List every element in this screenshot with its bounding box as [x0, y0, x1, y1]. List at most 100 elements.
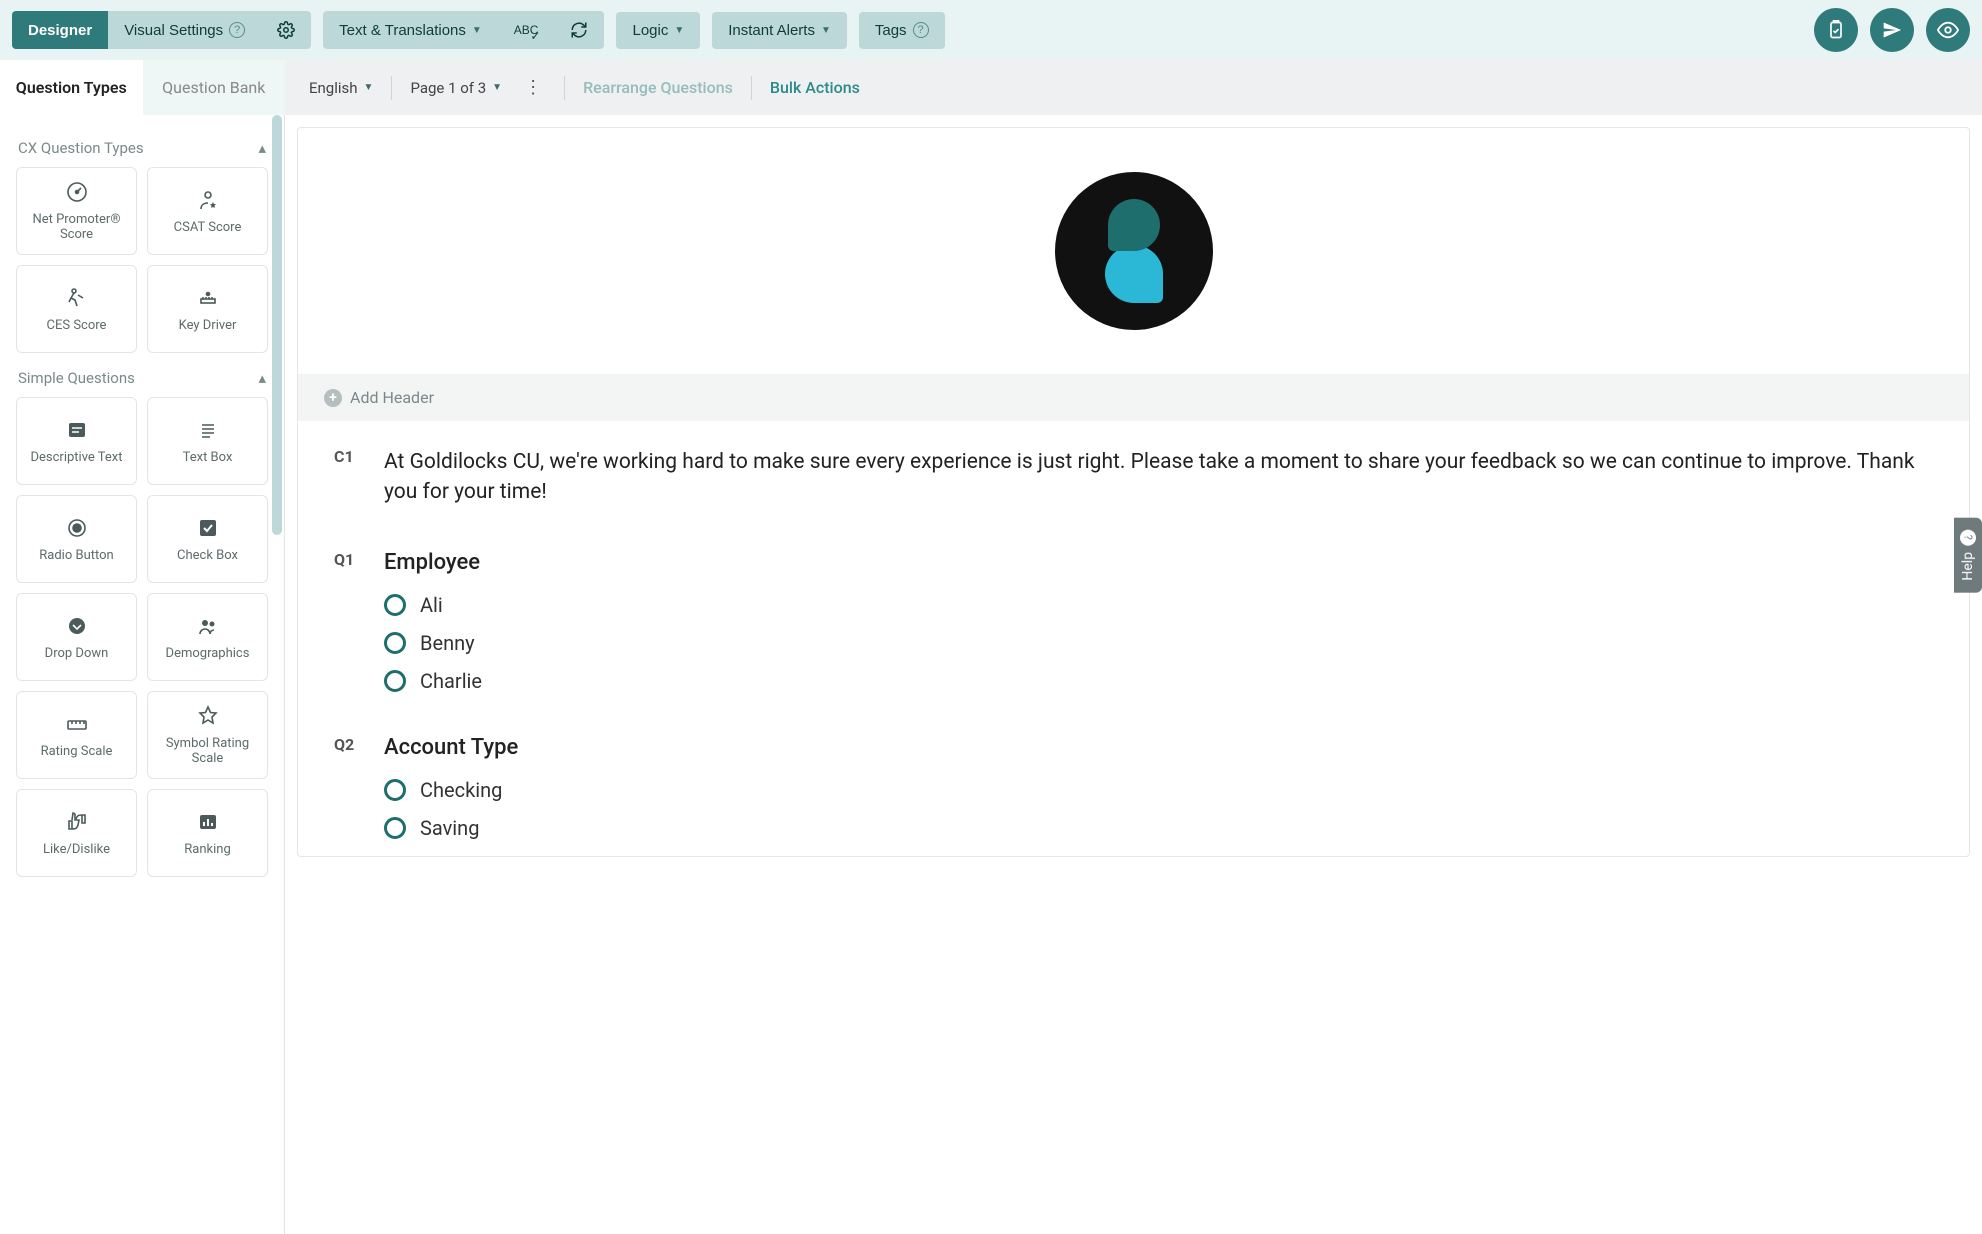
question-type-card[interactable]: Ranking	[147, 789, 268, 877]
question-type-card[interactable]: Symbol Rating Scale	[147, 691, 268, 779]
card-label: Demographics	[166, 646, 250, 661]
people-icon	[196, 614, 220, 638]
tags-label: Tags	[875, 22, 907, 39]
tab-question-types[interactable]: Question Types	[0, 60, 143, 115]
question-q2[interactable]: Q2 Account Type Checking Saving	[298, 709, 1969, 856]
spellcheck-button[interactable]: ABC✓	[498, 11, 555, 49]
chevron-down-icon: ▼	[492, 82, 502, 93]
question-tag: Q1	[334, 550, 362, 575]
rearrange-questions-link[interactable]: Rearrange Questions	[583, 78, 733, 97]
card-label: CSAT Score	[174, 220, 242, 235]
option-label: Ali	[420, 593, 443, 617]
add-header-label: Add Header	[350, 388, 434, 407]
gear-icon	[277, 21, 295, 39]
section-title: Simple Questions	[18, 369, 135, 387]
card-label: Ranking	[184, 842, 231, 857]
text-translations-button[interactable]: Text & Translations ▼	[323, 11, 498, 49]
textbox-icon	[196, 418, 220, 442]
option-label: Charlie	[420, 669, 482, 693]
option-label: Benny	[420, 631, 475, 655]
scrollbar-thumb[interactable]	[272, 115, 282, 535]
bulk-actions-link[interactable]: Bulk Actions	[770, 78, 860, 97]
question-q1[interactable]: Q1 Employee Ali Benny Charlie	[298, 524, 1969, 709]
clipboard-button[interactable]	[1814, 8, 1858, 52]
card-label: Radio Button	[39, 548, 113, 563]
question-type-card[interactable]: CES Score	[16, 265, 137, 353]
card-label: Like/Dislike	[43, 842, 110, 857]
question-title: Employee	[384, 550, 480, 575]
logic-label: Logic	[632, 22, 668, 39]
content-c1[interactable]: C1 At Goldilocks CU, we're working hard …	[298, 421, 1969, 524]
question-title: Account Type	[384, 735, 518, 760]
radio-circle-icon	[384, 817, 406, 839]
help-icon: ?	[913, 22, 929, 38]
send-button[interactable]	[1870, 8, 1914, 52]
refresh-button[interactable]	[554, 11, 604, 49]
question-type-card[interactable]: Check Box	[147, 495, 268, 583]
driver-icon	[196, 286, 220, 310]
separator	[751, 76, 752, 100]
instant-alerts-button[interactable]: Instant Alerts ▼	[712, 12, 847, 49]
settings-gear-button[interactable]	[261, 11, 311, 49]
separator	[564, 76, 565, 100]
card-label: Net Promoter® Score	[23, 212, 130, 242]
designer-tab[interactable]: Designer	[12, 11, 108, 49]
sub-toolbar: Question Types Question Bank English ▼ P…	[0, 60, 1982, 115]
card-label: Text Box	[183, 450, 233, 465]
question-type-card[interactable]: Like/Dislike	[16, 789, 137, 877]
question-type-card[interactable]: Text Box	[147, 397, 268, 485]
tab-question-bank[interactable]: Question Bank	[143, 60, 286, 115]
question-type-card[interactable]: Rating Scale	[16, 691, 137, 779]
chevron-down-icon: ▼	[821, 25, 831, 36]
page-menu-kebab[interactable]: ⋮	[520, 77, 546, 98]
radio-option[interactable]: Charlie	[384, 669, 1933, 693]
preview-button[interactable]	[1926, 8, 1970, 52]
radio-option[interactable]: Ali	[384, 593, 1933, 617]
section-header-cx[interactable]: CX Question Types ▴	[16, 123, 268, 167]
bars-icon	[196, 810, 220, 834]
question-type-card[interactable]: Descriptive Text	[16, 397, 137, 485]
option-label: Checking	[420, 778, 502, 802]
language-dropdown[interactable]: English ▼	[309, 79, 373, 97]
card-label: Key Driver	[179, 318, 237, 333]
question-type-card[interactable]: Drop Down	[16, 593, 137, 681]
q1-options: Ali Benny Charlie	[334, 575, 1933, 693]
radio-circle-icon	[384, 779, 406, 801]
text-translations-label: Text & Translations	[339, 22, 466, 39]
question-type-card[interactable]: CSAT Score	[147, 167, 268, 255]
question-type-card[interactable]: Radio Button	[16, 495, 137, 583]
checkbox-icon	[196, 516, 220, 540]
language-label: English	[309, 79, 358, 97]
card-label: Symbol Rating Scale	[154, 736, 261, 766]
add-header-button[interactable]: + Add Header	[298, 374, 1969, 421]
chevron-down-icon: ▼	[364, 82, 374, 93]
page-dropdown[interactable]: Page 1 of 3 ▼	[410, 79, 502, 97]
thumbs-icon	[65, 810, 89, 834]
card-label: CES Score	[47, 318, 107, 333]
question-type-card[interactable]: Demographics	[147, 593, 268, 681]
question-tag: Q2	[334, 735, 362, 760]
visual-settings-tab[interactable]: Visual Settings ?	[108, 11, 261, 49]
logic-button[interactable]: Logic ▼	[616, 12, 700, 49]
radio-circle-icon	[384, 670, 406, 692]
help-side-tab[interactable]: Help ?	[1954, 518, 1982, 593]
descriptive-text: At Goldilocks CU, we're working hard to …	[384, 447, 1933, 508]
clipboard-check-icon	[1826, 20, 1846, 40]
card-label: Drop Down	[45, 646, 109, 661]
ruler-icon	[65, 712, 89, 736]
radio-option[interactable]: Benny	[384, 631, 1933, 655]
question-type-card[interactable]: Net Promoter® Score	[16, 167, 137, 255]
radio-circle-icon	[384, 632, 406, 654]
radio-option[interactable]: Saving	[384, 816, 1933, 840]
radio-option[interactable]: Checking	[384, 778, 1933, 802]
question-types-sidebar[interactable]: CX Question Types ▴ Net Promoter® Score C…	[0, 115, 285, 1234]
page-label: Page 1 of 3	[410, 79, 486, 97]
canvas-scroll[interactable]: + Add Header C1 At Goldilocks CU, we're …	[285, 115, 1982, 1234]
cx-grid: Net Promoter® Score CSAT Score CES Score Ke…	[16, 167, 268, 353]
radio-icon	[65, 516, 89, 540]
question-type-card[interactable]: Key Driver	[147, 265, 268, 353]
tags-button[interactable]: Tags ?	[859, 12, 945, 49]
subbar-right: English ▼ Page 1 of 3 ▼ ⋮ Rearrange Ques…	[285, 60, 1982, 115]
chevron-down-icon: ▼	[674, 25, 684, 36]
section-header-simple[interactable]: Simple Questions ▴	[16, 353, 268, 397]
